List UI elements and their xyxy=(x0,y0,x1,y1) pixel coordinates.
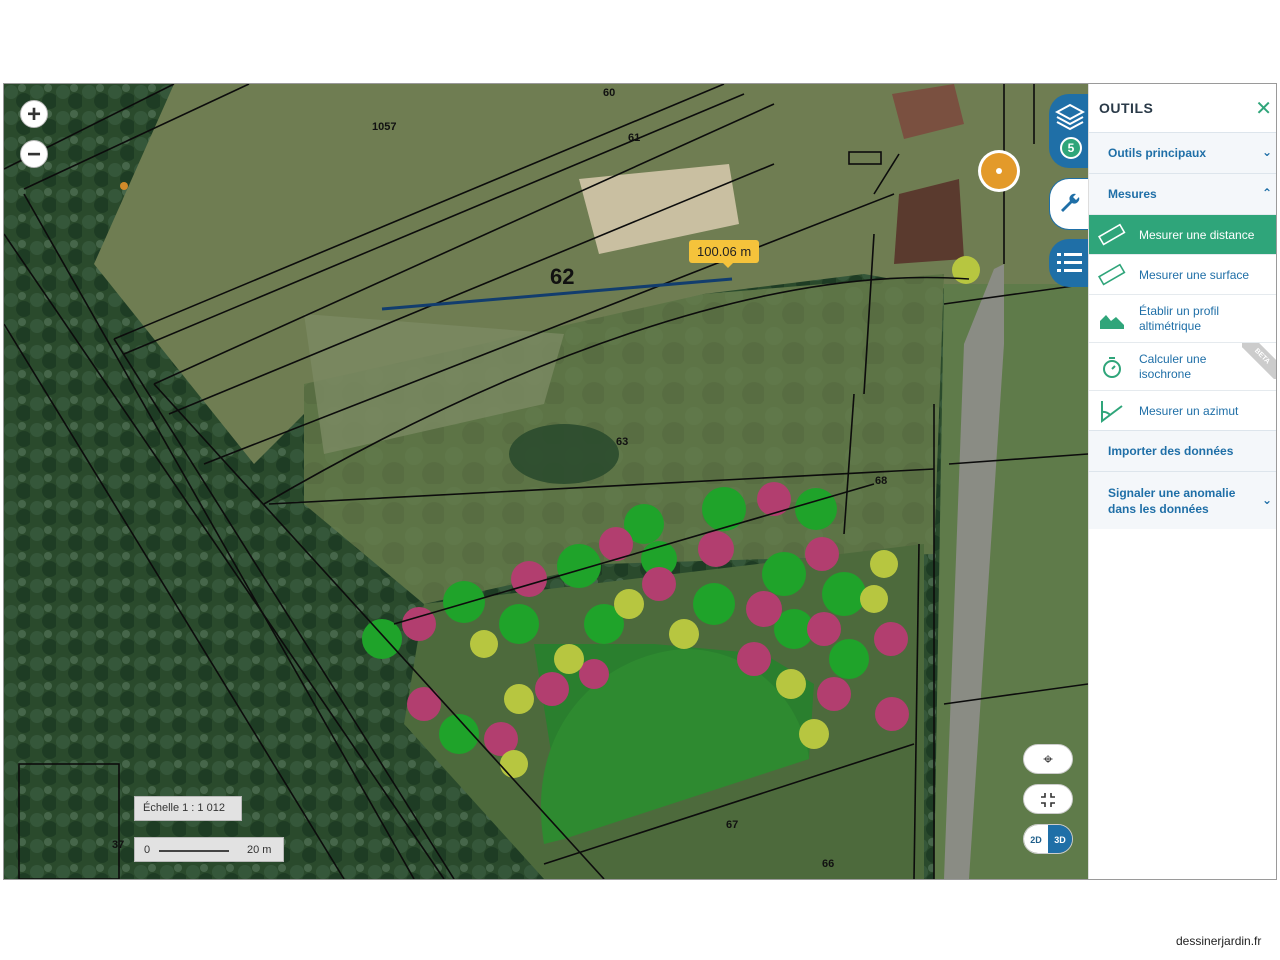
app-frame: 60 1057 61 62 63 68 67 66 37 100.06 m + … xyxy=(3,83,1277,880)
tool-label: Calculer une isochrone xyxy=(1139,351,1207,381)
distance-measurement-tooltip: 100.06 m xyxy=(689,240,760,268)
panel-header: OUTILS ✕ xyxy=(1089,84,1276,132)
close-icon[interactable]: ✕ xyxy=(1255,96,1272,121)
tool-measure-surface[interactable]: Mesurer une surface xyxy=(1089,254,1276,294)
location-pin-icon xyxy=(981,153,1017,189)
scale-bar-line xyxy=(159,850,229,852)
beta-badge: BETA xyxy=(1242,343,1276,379)
list-icon xyxy=(1057,253,1082,272)
wrench-icon xyxy=(1061,193,1080,212)
parcel-label: 68 xyxy=(875,475,888,487)
layers-icon xyxy=(1055,103,1085,131)
dimension-toggle[interactable]: 2D 3D xyxy=(1023,824,1073,854)
tool-label: Mesurer une distance xyxy=(1139,227,1255,242)
tools-panel: OUTILS ✕ Outils principaux ⌄ Mesures ⌃ M… xyxy=(1088,84,1276,879)
scale-label: Échelle 1 : 1 012 xyxy=(134,796,242,821)
chevron-down-icon: ⌄ xyxy=(1261,145,1272,159)
tool-measure-azimuth[interactable]: Mesurer un azimut xyxy=(1089,390,1276,430)
section-measures[interactable]: Mesures ⌃ xyxy=(1089,173,1276,214)
tool-isochrone[interactable]: Calculer une isochrone BETA xyxy=(1089,342,1276,390)
geolocate-button[interactable]: ⌖ xyxy=(1023,744,1073,774)
mode-3d-button[interactable]: 3D xyxy=(1048,825,1072,853)
aerial-imagery xyxy=(4,84,1088,879)
collapse-icon xyxy=(1041,793,1055,807)
scale-bar: 0 20 m xyxy=(134,837,284,862)
azimuth-icon xyxy=(1097,397,1127,425)
location-marker[interactable] xyxy=(978,150,1020,192)
parcel-label: 66 xyxy=(822,858,835,870)
parcel-label: 1057 xyxy=(372,121,397,133)
panel-title: OUTILS xyxy=(1099,100,1154,116)
section-import-data[interactable]: Importer des données xyxy=(1089,430,1276,471)
mode-2d-button[interactable]: 2D xyxy=(1024,825,1048,853)
crosshair-icon: ⌖ xyxy=(1043,750,1053,769)
zoom-out-button[interactable]: − xyxy=(20,140,48,168)
parcel-label: 63 xyxy=(616,436,629,448)
stopwatch-icon xyxy=(1097,353,1127,381)
aerial-map[interactable]: 60 1057 61 62 63 68 67 66 37 100.06 m + … xyxy=(4,84,1088,879)
section-report-anomaly[interactable]: Signaler une anomalie dans les données ⌄ xyxy=(1089,471,1276,529)
zoom-in-button[interactable]: + xyxy=(20,100,48,128)
section-main-tools[interactable]: Outils principaux ⌄ xyxy=(1089,132,1276,173)
section-label: Signaler une anomalie dans les données xyxy=(1108,485,1236,516)
site-credit: dessinerjardin.fr xyxy=(1176,934,1262,948)
ruler-icon xyxy=(1097,221,1127,249)
scale-bar-zero: 0 xyxy=(144,844,151,856)
section-label: Mesures xyxy=(1108,187,1157,201)
area-ruler-icon xyxy=(1097,261,1127,289)
tool-measure-distance[interactable]: Mesurer une distance xyxy=(1089,214,1276,254)
chevron-down-icon: ⌄ xyxy=(1261,493,1272,507)
tool-label: Mesurer un azimut xyxy=(1139,403,1239,418)
tool-label: Établir un profil altimétrique xyxy=(1139,303,1220,333)
elevation-profile-icon xyxy=(1097,305,1127,333)
parcel-label: 67 xyxy=(726,819,739,831)
parcel-label: 37 xyxy=(112,839,125,851)
layers-tab[interactable]: 5 xyxy=(1049,94,1088,168)
scale-bar-length: 20 m xyxy=(247,844,272,856)
section-label: Importer des données xyxy=(1108,444,1234,458)
legend-tab[interactable] xyxy=(1049,239,1088,287)
chevron-up-icon: ⌃ xyxy=(1261,186,1272,200)
parcel-label: 62 xyxy=(550,264,575,289)
tool-elevation-profile[interactable]: Établir un profil altimétrique xyxy=(1089,294,1276,342)
section-label: Outils principaux xyxy=(1108,146,1207,160)
tools-tab[interactable] xyxy=(1049,178,1088,230)
parcel-label: 60 xyxy=(603,87,616,99)
parcel-label: 61 xyxy=(628,132,641,144)
layer-count-badge: 5 xyxy=(1060,137,1082,159)
tool-label: Mesurer une surface xyxy=(1139,267,1250,282)
fullscreen-button[interactable] xyxy=(1023,784,1073,814)
